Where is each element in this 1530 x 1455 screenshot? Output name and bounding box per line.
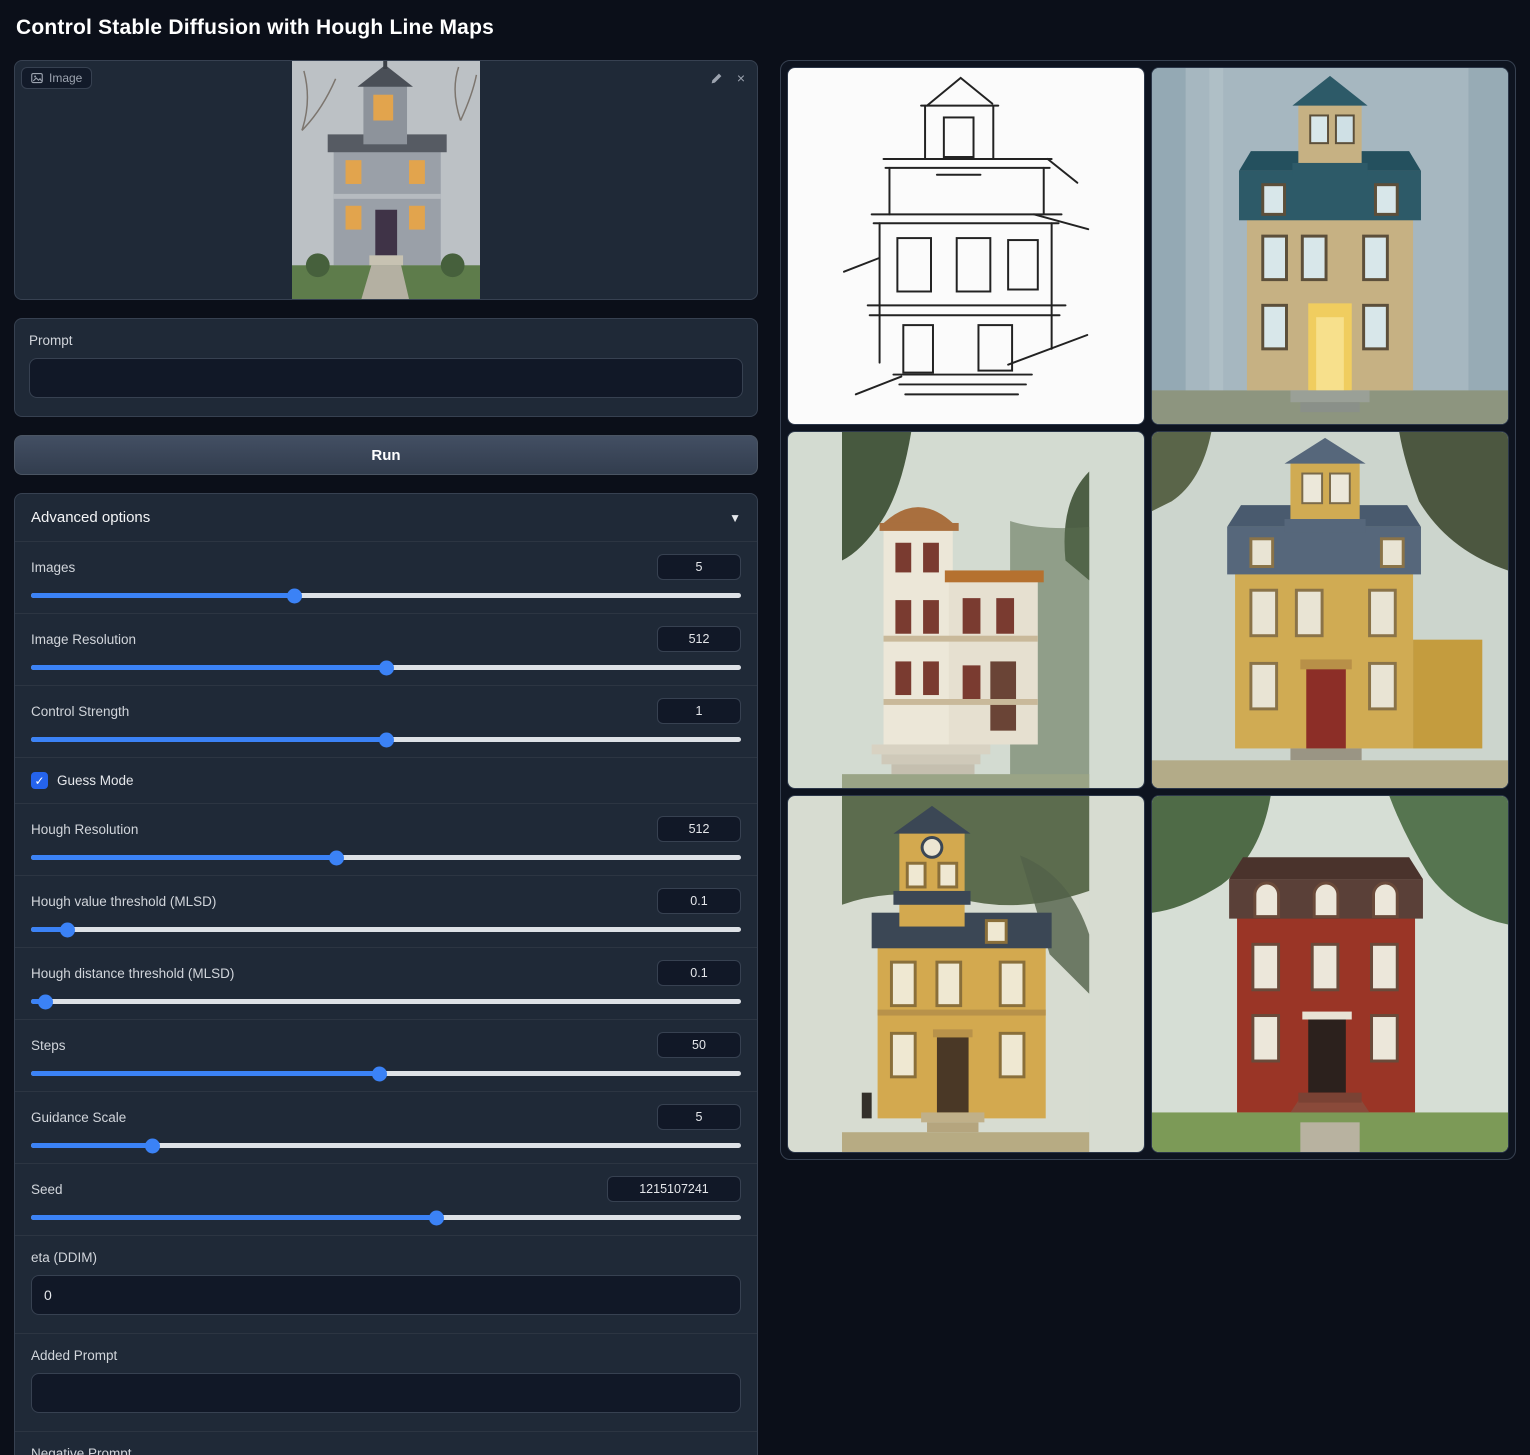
hough-value-threshold-slider[interactable] <box>31 927 741 932</box>
image-label-tab: Image <box>21 67 92 89</box>
gallery-item-result-1[interactable] <box>1151 67 1509 425</box>
hough-value-threshold-slider-fill <box>31 927 67 932</box>
image-resolution-value-input[interactable] <box>657 626 741 652</box>
eta-row: eta (DDIM) <box>15 1235 757 1333</box>
control-strength-slider-fill <box>31 737 386 742</box>
controls-column: Image × <box>14 60 758 1455</box>
hough-resolution-slider[interactable] <box>31 855 741 860</box>
steps-slider-fill <box>31 1071 379 1076</box>
app-root: Control Stable Diffusion with Hough Line… <box>0 0 1530 1455</box>
slider-row-hough-distance-threshold: Hough distance threshold (MLSD) <box>15 947 757 1019</box>
images-slider[interactable] <box>31 593 741 598</box>
steps-label: Steps <box>31 1038 66 1053</box>
guidance-scale-value-input[interactable] <box>657 1104 741 1130</box>
steps-value-input[interactable] <box>657 1032 741 1058</box>
images-value-input[interactable] <box>657 554 741 580</box>
added-prompt-input[interactable] <box>31 1373 741 1413</box>
images-slider-fill <box>31 593 294 598</box>
hough-value-threshold-value-input[interactable] <box>657 888 741 914</box>
image-toolbar: × <box>708 69 747 87</box>
added-prompt-row: Added Prompt <box>15 1333 757 1431</box>
hough-resolution-slider-fill <box>31 855 336 860</box>
seed-slider[interactable] <box>31 1215 741 1220</box>
hough-line-map-image <box>842 68 1089 424</box>
hough-resolution-label: Hough Resolution <box>31 822 138 837</box>
control-strength-label: Control Strength <box>31 704 129 719</box>
hough-distance-threshold-label: Hough distance threshold (MLSD) <box>31 966 234 981</box>
eta-label: eta (DDIM) <box>31 1250 741 1265</box>
hough-distance-threshold-slider-fill <box>31 999 45 1004</box>
prompt-panel: Prompt <box>14 318 758 417</box>
edit-image-button[interactable] <box>708 70 725 87</box>
slider-row-control-strength: Control Strength <box>15 685 757 757</box>
eta-input[interactable] <box>31 1275 741 1315</box>
prompt-input[interactable] <box>29 358 743 398</box>
control-strength-slider[interactable] <box>31 737 741 742</box>
hough-distance-threshold-slider[interactable] <box>31 999 741 1004</box>
clear-image-button[interactable]: × <box>735 69 747 87</box>
generated-image-4 <box>842 796 1089 1152</box>
negative-prompt-row: Negative Prompt <box>15 1431 757 1455</box>
run-button[interactable]: Run <box>14 435 758 475</box>
generated-image-3 <box>1152 432 1508 788</box>
negative-prompt-label: Negative Prompt <box>31 1446 741 1455</box>
slider-row-seed: Seed <box>15 1163 757 1235</box>
seed-slider-fill <box>31 1215 436 1220</box>
guidance-scale-slider-fill <box>31 1143 152 1148</box>
checkbox-icon: ✓ <box>31 772 48 789</box>
advanced-options-panel: Advanced options ▼ Images Ima <box>14 493 758 1455</box>
slider-row-image-resolution: Image Resolution <box>15 613 757 685</box>
main-columns: Image × <box>14 60 1516 1455</box>
hough-resolution-value-input[interactable] <box>657 816 741 842</box>
seed-label: Seed <box>31 1182 63 1197</box>
gallery-item-result-3[interactable] <box>1151 431 1509 789</box>
input-image <box>292 61 480 299</box>
output-gallery <box>780 60 1516 1160</box>
gallery-item-result-4[interactable] <box>787 795 1145 1153</box>
prompt-label: Prompt <box>29 333 743 348</box>
image-resolution-slider[interactable] <box>31 665 741 670</box>
seed-value-input[interactable] <box>607 1176 741 1202</box>
generated-image-2 <box>842 432 1089 788</box>
hough-distance-threshold-value-input[interactable] <box>657 960 741 986</box>
steps-slider[interactable] <box>31 1071 741 1076</box>
gallery-item-result-5[interactable] <box>1151 795 1509 1153</box>
slider-row-guidance-scale: Guidance Scale <box>15 1091 757 1163</box>
slider-row-images: Images <box>15 541 757 613</box>
image-icon <box>31 72 43 84</box>
gallery-item-result-2[interactable] <box>787 431 1145 789</box>
image-label: Image <box>49 71 82 85</box>
gallery-item-hough-map[interactable] <box>787 67 1145 425</box>
image-resolution-label: Image Resolution <box>31 632 136 647</box>
guidance-scale-slider[interactable] <box>31 1143 741 1148</box>
slider-row-hough-value-threshold: Hough value threshold (MLSD) <box>15 875 757 947</box>
hough-value-threshold-label: Hough value threshold (MLSD) <box>31 894 216 909</box>
image-resolution-slider-fill <box>31 665 386 670</box>
slider-row-hough-resolution: Hough Resolution <box>15 803 757 875</box>
added-prompt-label: Added Prompt <box>31 1348 741 1363</box>
pencil-icon <box>710 72 723 85</box>
guess-mode-checkbox[interactable]: ✓ Guess Mode <box>15 757 757 803</box>
control-strength-value-input[interactable] <box>657 698 741 724</box>
advanced-options-label: Advanced options <box>31 509 150 526</box>
generated-image-1 <box>1152 68 1508 424</box>
accordion-collapse-icon: ▼ <box>729 511 741 525</box>
guess-mode-label: Guess Mode <box>57 773 134 788</box>
results-column <box>780 60 1516 1160</box>
advanced-options-accordion[interactable]: Advanced options ▼ <box>15 494 757 541</box>
input-image-panel[interactable]: Image × <box>14 60 758 300</box>
images-label: Images <box>31 560 75 575</box>
guidance-scale-label: Guidance Scale <box>31 1110 126 1125</box>
generated-image-5 <box>1152 796 1508 1152</box>
slider-row-steps: Steps <box>15 1019 757 1091</box>
page-title: Control Stable Diffusion with Hough Line… <box>16 16 1516 40</box>
